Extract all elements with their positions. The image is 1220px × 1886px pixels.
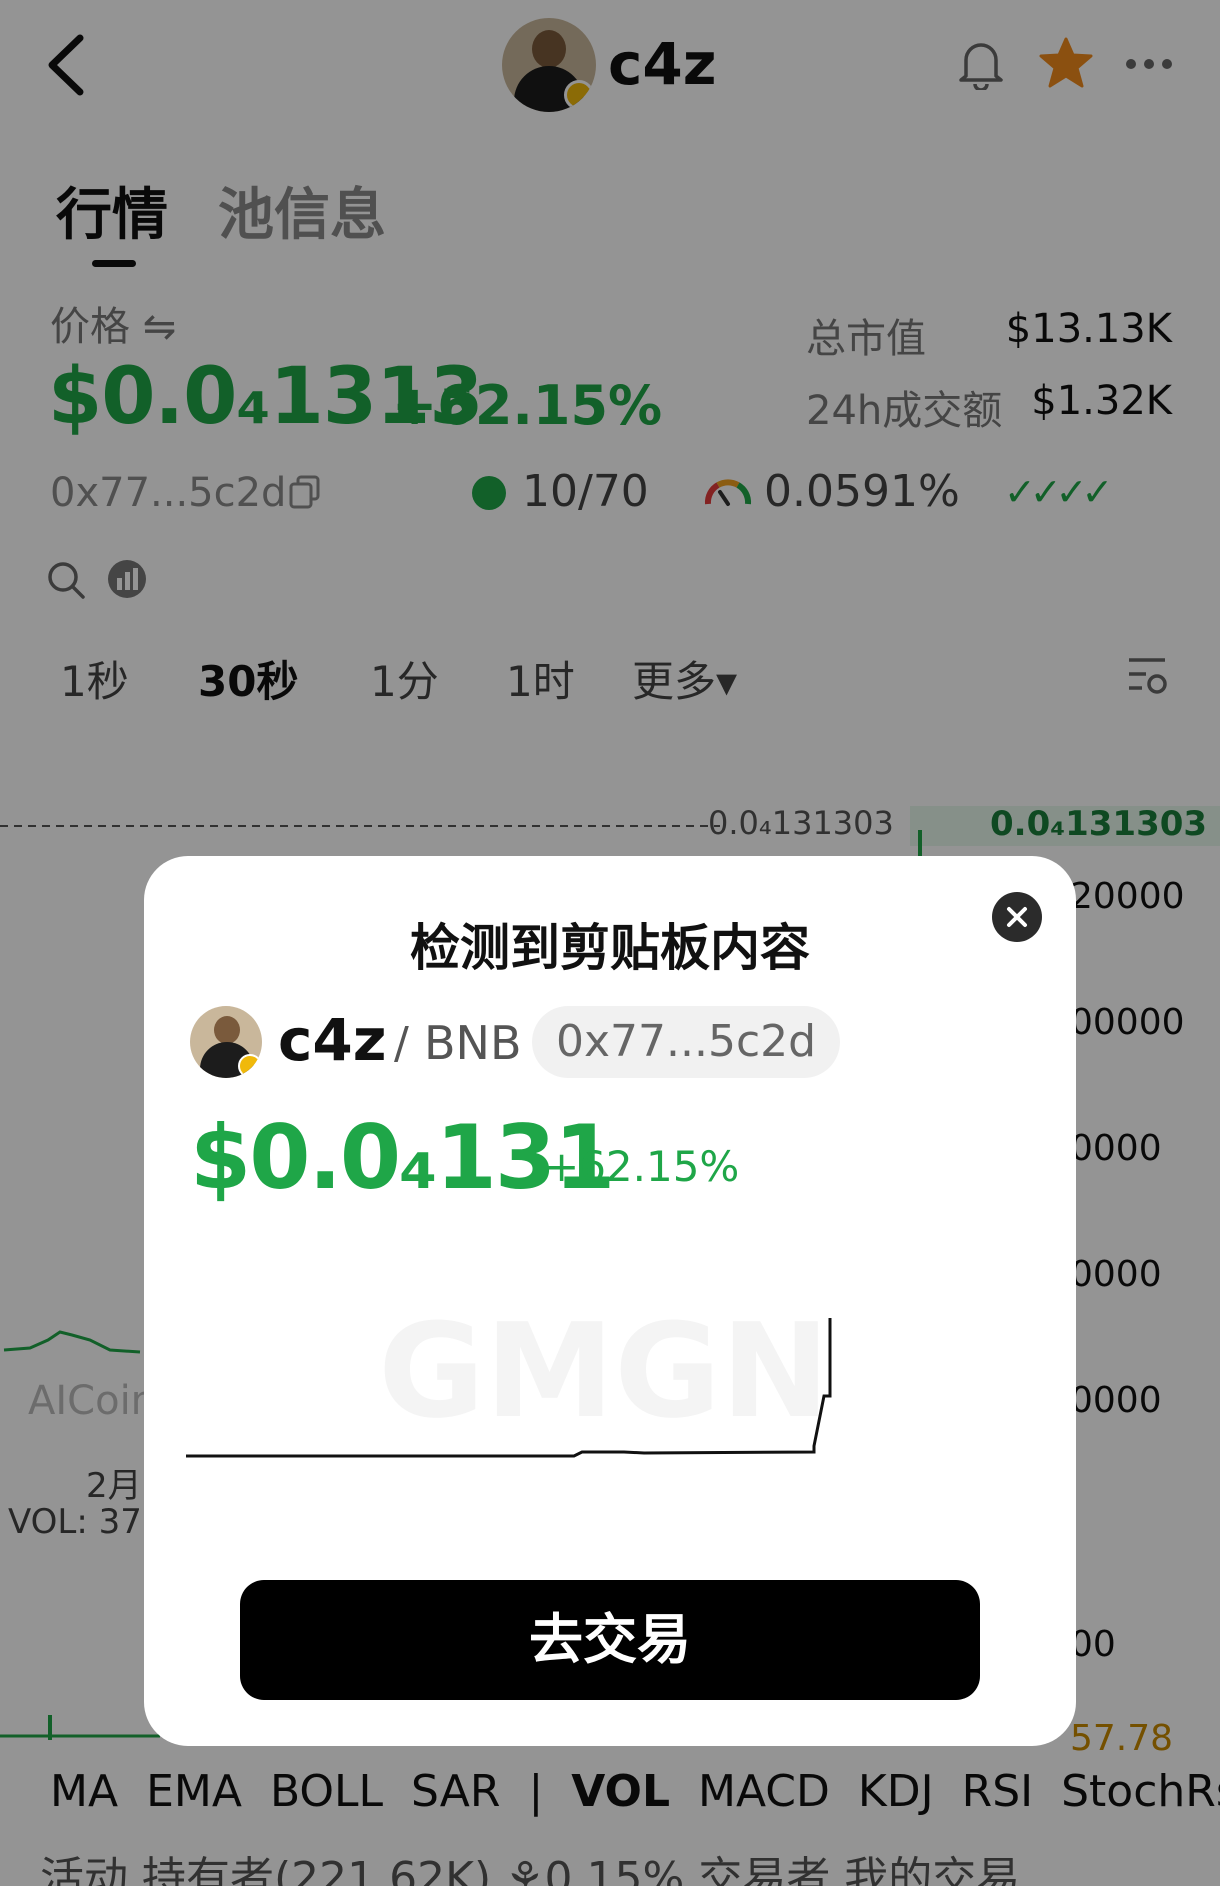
modal-sparkline: GMGN <box>186 1295 832 1458</box>
go-trade-button[interactable]: 去交易 <box>240 1580 980 1700</box>
bnb-badge-icon <box>238 1054 262 1078</box>
close-icon <box>1007 907 1027 927</box>
modal-chain: BNB <box>424 1016 522 1070</box>
modal-title: 检测到剪贴板内容 <box>410 919 810 977</box>
modal-separator: / <box>394 1018 409 1069</box>
gmgn-watermark: GMGN <box>378 1295 830 1447</box>
close-button[interactable] <box>992 892 1042 942</box>
modal-price-change: +62.15% <box>544 1142 740 1191</box>
modal-address-pill: 0x77...5c2d <box>532 1006 841 1078</box>
clipboard-modal: 检测到剪贴板内容 c4z / BNB 0x77...5c2d $0.0₄131 … <box>144 856 1076 1746</box>
modal-token-name: c4z <box>278 1006 387 1074</box>
modal-avatar <box>190 1006 262 1078</box>
